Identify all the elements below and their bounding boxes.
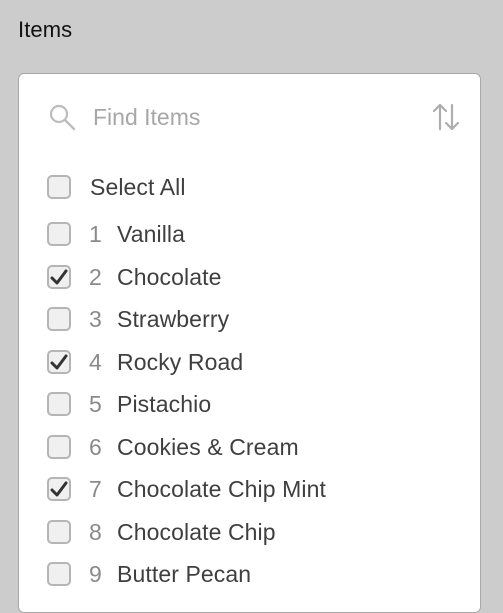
item-checkbox[interactable]: [47, 435, 71, 459]
section-title: Items: [18, 17, 73, 42]
select-all-row[interactable]: Select All: [47, 170, 186, 204]
search-input[interactable]: [93, 98, 413, 136]
item-label: Cookies & Cream: [117, 433, 299, 460]
item-checkbox[interactable]: [47, 222, 71, 246]
list-item[interactable]: 9 Butter Pecan: [47, 557, 251, 591]
item-number: 4: [89, 348, 102, 375]
item-checkbox[interactable]: [47, 265, 71, 289]
item-label: Chocolate Chip: [117, 518, 276, 545]
search-row: [19, 74, 480, 160]
list-item[interactable]: 6 Cookies & Cream: [47, 430, 299, 464]
items-filter-panel: Select All 1 Vanilla 2 Chocolate 3 Straw…: [18, 73, 481, 613]
item-checkbox[interactable]: [47, 307, 71, 331]
list-item[interactable]: 4 Rocky Road: [47, 345, 243, 379]
sort-icon[interactable]: [430, 101, 462, 133]
item-number: 8: [89, 518, 102, 545]
select-all-checkbox[interactable]: [47, 175, 71, 199]
item-label: Chocolate Chip Mint: [117, 475, 327, 502]
item-number: 6: [89, 433, 102, 460]
list-item[interactable]: 2 Chocolate: [47, 260, 221, 294]
item-label: Chocolate: [117, 263, 222, 290]
item-checkbox[interactable]: [47, 392, 71, 416]
item-checkbox[interactable]: [47, 562, 71, 586]
item-label: Strawberry: [117, 305, 230, 332]
item-number: 5: [89, 390, 102, 417]
item-label: Butter Pecan: [117, 560, 252, 587]
item-number: 2: [89, 263, 102, 290]
item-label: Vanilla: [117, 220, 186, 247]
item-checkbox[interactable]: [47, 350, 71, 374]
item-number: 3: [89, 305, 102, 332]
item-label: Pistachio: [117, 390, 212, 417]
search-icon: [48, 103, 76, 131]
list-item[interactable]: 3 Strawberry: [47, 302, 229, 336]
item-number: 1: [89, 220, 102, 247]
select-all-label: Select All: [90, 173, 186, 200]
item-number: 7: [89, 475, 102, 502]
item-checkbox[interactable]: [47, 520, 71, 544]
list-item[interactable]: 7 Chocolate Chip Mint: [47, 472, 326, 506]
list-item[interactable]: 8 Chocolate Chip: [47, 515, 276, 549]
list-item[interactable]: 5 Pistachio: [47, 387, 211, 421]
item-checkbox[interactable]: [47, 477, 71, 501]
item-label: Rocky Road: [117, 348, 244, 375]
list-item[interactable]: 1 Vanilla: [47, 217, 185, 251]
item-number: 9: [89, 560, 102, 587]
